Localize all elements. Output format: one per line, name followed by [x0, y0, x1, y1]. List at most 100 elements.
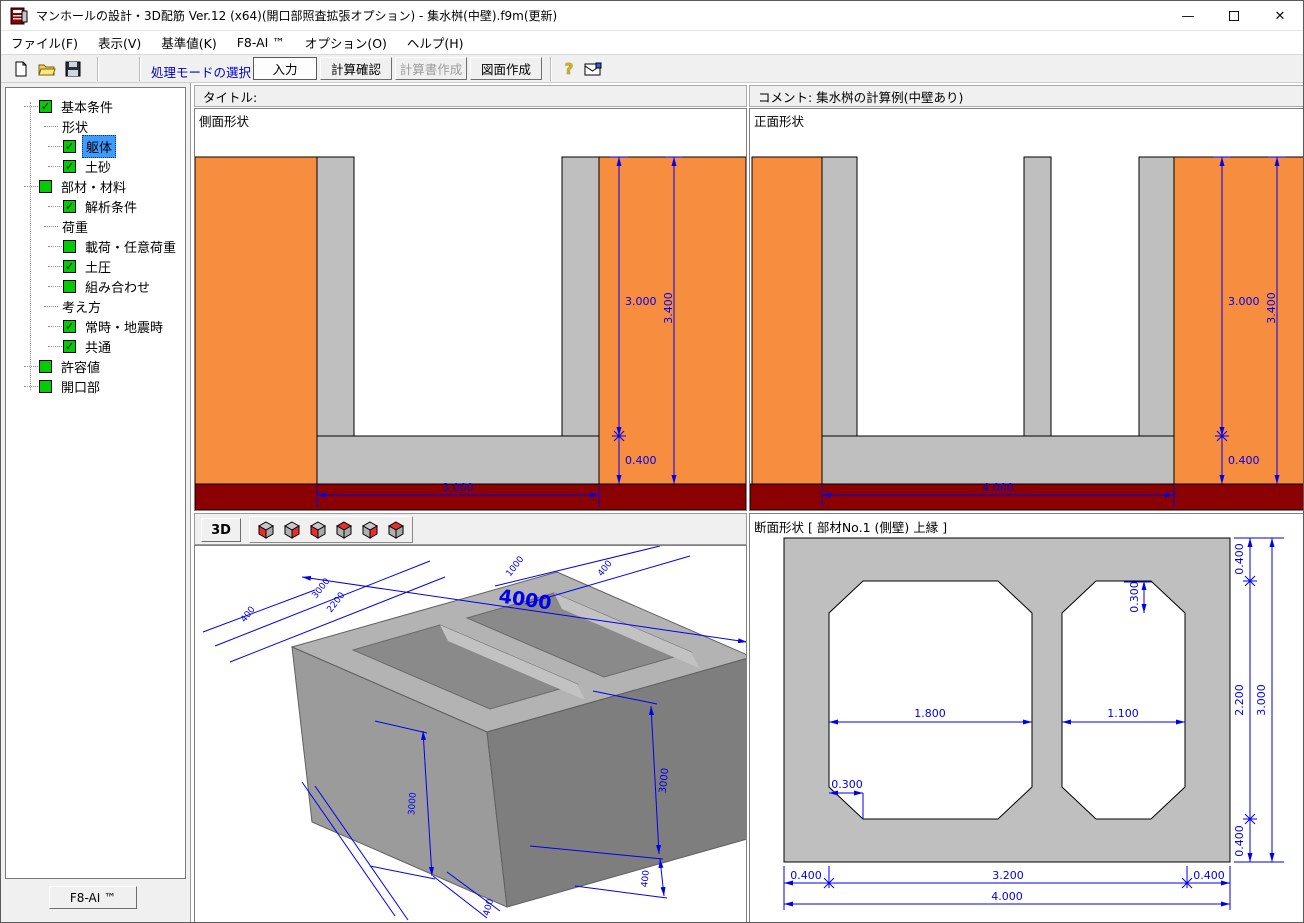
tree-item-materials[interactable]: 部材・材料 — [6, 176, 129, 196]
checkbox-checked-icon[interactable] — [63, 340, 76, 353]
view-cube-bar — [249, 516, 413, 543]
dim-bottom-width: 4.000 — [982, 481, 1014, 494]
view-cube-bottom-icon[interactable] — [385, 519, 407, 541]
wall-left — [822, 157, 857, 436]
f8ai-button[interactable]: F8-AI ™ — [49, 886, 137, 909]
tree-item-basic-conditions[interactable]: 基本条件 — [6, 96, 116, 116]
tree-item-common[interactable]: 共通 — [6, 336, 114, 356]
view-cube-back-icon[interactable] — [359, 519, 381, 541]
soil-left — [195, 157, 317, 484]
dim3d-base-right: 400 — [640, 869, 652, 887]
view-cube-right-icon[interactable] — [281, 519, 303, 541]
mail-icon — [584, 62, 602, 76]
dim-chamfer-right: 0.300 — [1128, 581, 1141, 613]
soil-left — [752, 157, 822, 484]
tree-item-body[interactable]: 躯体 — [6, 136, 116, 156]
side-view-panel[interactable]: 側面形状 3.000 3.400 0.400 — [194, 108, 747, 511]
tree-connector — [44, 126, 58, 127]
menu-file[interactable]: ファイル(F) — [1, 30, 88, 55]
front-view-panel[interactable]: 正面形状 3.000 3.400 0.40 — [749, 108, 1304, 511]
tree-item-surcharge[interactable]: 載荷・任意荷重 — [6, 236, 179, 256]
mode-calc-check-button[interactable]: 計算確認 — [320, 57, 392, 80]
dim-wall-bottom: 0.400 — [1233, 825, 1246, 857]
tree-connector — [44, 306, 58, 307]
dim-total-height: 3.400 — [662, 292, 675, 324]
dim-total-height: 3.000 — [1255, 684, 1268, 716]
dim-opening-right: 1.100 — [1107, 707, 1139, 720]
tree-connector — [44, 226, 58, 227]
checkbox-checked-icon[interactable] — [63, 260, 76, 273]
tree-item-load[interactable]: 荷重 — [6, 216, 91, 236]
tree-connector — [24, 386, 38, 387]
app-window: マンホールの設計・3D配筋 Ver.12 (x64)(開口部照査拡張オプション)… — [0, 0, 1304, 923]
tree-item-combination[interactable]: 組み合わせ — [6, 276, 153, 296]
front-view-drawing: 3.000 3.400 0.400 4.000 — [750, 109, 1304, 510]
dim-bottom-right: 0.400 — [1193, 869, 1225, 882]
dim-inner-height: 3.000 — [1228, 295, 1260, 308]
new-file-button[interactable] — [9, 58, 33, 80]
comment-field-bar[interactable]: コメント: 集水桝の計算例(中壁あり) — [749, 85, 1304, 107]
tree-item-soil[interactable]: 土砂 — [6, 156, 114, 176]
title-field-label: タイトル: — [203, 87, 257, 106]
view3d-drawing: 4000 3000 2200 400 1000 400 3000 400 300… — [195, 546, 746, 923]
view3d-button[interactable]: 3D — [201, 518, 241, 542]
checkbox-checked-icon[interactable] — [63, 140, 76, 153]
tree-item-opening[interactable]: 開口部 — [6, 376, 103, 396]
checkbox-checked-icon[interactable] — [39, 100, 52, 113]
dim-wall-top: 0.400 — [1233, 543, 1246, 575]
checkbox-checked-icon[interactable] — [63, 160, 76, 173]
checkbox-checked-icon[interactable] — [63, 320, 76, 333]
minimize-button[interactable]: — — [1165, 1, 1211, 31]
mode-select-label: 処理モードの選択 — [151, 62, 251, 81]
checkbox-unchecked-icon[interactable] — [63, 240, 76, 253]
view-cube-front-icon[interactable] — [307, 519, 329, 541]
open-folder-icon — [38, 61, 56, 77]
main-toolbar: 処理モードの選択 入力 計算確認 計算書作成 図面作成 ? — [1, 55, 1303, 83]
menu-standard-values[interactable]: 基準値(K) — [151, 30, 226, 55]
tree-item-analysis-conditions[interactable]: 解析条件 — [6, 196, 140, 216]
checkbox-checked-icon[interactable] — [63, 200, 76, 213]
middle-wall — [1024, 157, 1051, 436]
navigation-sidebar: 基本条件 形状 躯体 土砂 部材・材料 解析条件 荷重 載荷・任意荷重 土圧 組… — [1, 83, 191, 923]
view-cube-left-icon[interactable] — [255, 519, 277, 541]
help-button[interactable]: ? — [557, 58, 581, 80]
title-bar: マンホールの設計・3D配筋 Ver.12 (x64)(開口部照査拡張オプション)… — [1, 1, 1303, 31]
dim-inner-height: 2.200 — [1233, 684, 1246, 716]
base-slab — [822, 436, 1174, 484]
wall-left — [317, 157, 354, 436]
dim-base: 0.400 — [625, 454, 657, 467]
tree-item-normal-seismic[interactable]: 常時・地震時 — [6, 316, 166, 336]
feedback-button[interactable] — [581, 58, 605, 80]
tree-item-approach[interactable]: 考え方 — [6, 296, 104, 316]
checkbox-unchecked-icon[interactable] — [39, 380, 52, 393]
maximize-button[interactable] — [1211, 1, 1257, 31]
checkbox-unchecked-icon[interactable] — [39, 180, 52, 193]
title-field-bar[interactable]: タイトル: — [194, 85, 747, 107]
dim-inner-height: 3.000 — [625, 295, 657, 308]
save-file-button[interactable] — [61, 58, 85, 80]
section-panel[interactable]: 断面形状 [ 部材No.1 (側壁) 上縁 ] — [749, 513, 1304, 923]
open-file-button[interactable] — [35, 58, 59, 80]
mode-drawing-button[interactable]: 図面作成 — [470, 57, 542, 80]
close-button[interactable]: ✕ — [1257, 1, 1303, 31]
view3d-panel[interactable]: 4000 3000 2200 400 1000 400 3000 400 300… — [194, 545, 747, 923]
toolbar-separator — [139, 57, 141, 81]
dim3d-bottom-small: 400 — [482, 898, 496, 917]
checkbox-unchecked-icon[interactable] — [39, 360, 52, 373]
base-slab — [317, 436, 599, 484]
menu-options[interactable]: オプション(O) — [295, 30, 397, 55]
view-cube-top-icon[interactable] — [333, 519, 355, 541]
selected-tree-label: 躯体 — [82, 135, 116, 158]
tree-item-earth-pressure[interactable]: 土圧 — [6, 256, 114, 276]
tree-item-shape[interactable]: 形状 — [6, 116, 91, 136]
close-icon: ✕ — [1275, 9, 1286, 24]
checkbox-unchecked-icon[interactable] — [63, 280, 76, 293]
menu-help[interactable]: ヘルプ(H) — [397, 30, 474, 55]
menu-view[interactable]: 表示(V) — [88, 30, 151, 55]
dim-base: 0.400 — [1228, 454, 1260, 467]
menu-f8ai[interactable]: F8-AI ™ — [227, 32, 295, 53]
tree-item-allowable-values[interactable]: 許容値 — [6, 356, 103, 376]
tree-connector — [48, 286, 62, 287]
mode-input-button[interactable]: 入力 — [253, 57, 317, 80]
view3d-toolbar: 3D — [194, 513, 747, 545]
